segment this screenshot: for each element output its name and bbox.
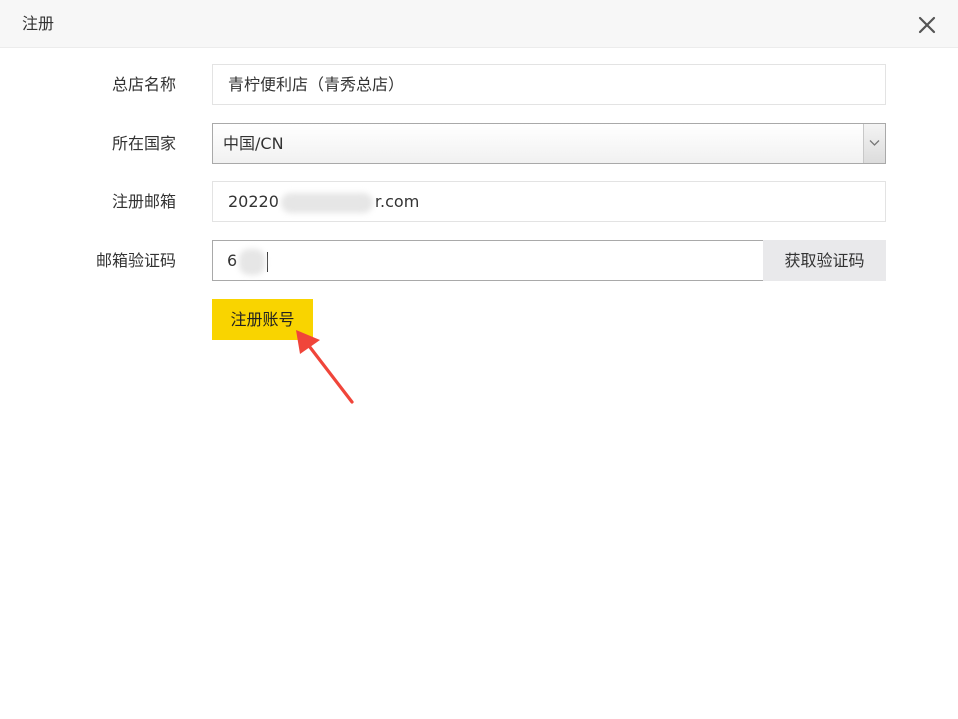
get-code-button[interactable]: 获取验证码 [763, 240, 886, 281]
email-label: 注册邮箱 [111, 192, 176, 211]
email-value-prefix: 20220 [228, 192, 279, 211]
country-select[interactable]: 中国/CN [212, 123, 886, 164]
register-account-button[interactable]: 注册账号 [212, 299, 313, 340]
verify-code-label: 邮箱验证码 [95, 251, 176, 270]
country-label: 所在国家 [111, 134, 176, 153]
store-name-label: 总店名称 [111, 75, 176, 94]
dialog-header: 注册 [0, 0, 958, 48]
email-input[interactable]: 20220 r.com [212, 181, 886, 222]
country-row: 所在国家 中国/CN [0, 123, 958, 164]
verify-code-value-prefix: 6 [227, 251, 238, 270]
dialog-title: 注册 [22, 14, 55, 33]
store-name-row: 总店名称 青柠便利店（青秀总店） [0, 64, 958, 105]
email-value-suffix: r.com [374, 192, 420, 211]
select-dropdown-button[interactable] [863, 124, 885, 163]
verify-code-row: 邮箱验证码 6 获取验证码 [0, 240, 958, 281]
email-row: 注册邮箱 20220 r.com [0, 181, 958, 222]
chevron-down-icon [869, 140, 880, 146]
country-selected-value: 中国/CN [223, 134, 284, 153]
verify-code-input[interactable]: 6 [212, 240, 764, 281]
register-dialog: 注册 总店名称 青柠便利店（青秀总店） 所在国家 中国/CN 注册邮箱 2022… [0, 0, 958, 719]
close-icon [918, 16, 936, 34]
annotation-arrow-icon [296, 330, 354, 404]
email-redaction [280, 192, 373, 213]
close-button[interactable] [916, 14, 938, 36]
verify-code-redaction [239, 248, 266, 275]
store-name-input[interactable]: 青柠便利店（青秀总店） [212, 64, 886, 105]
text-caret [267, 251, 269, 272]
